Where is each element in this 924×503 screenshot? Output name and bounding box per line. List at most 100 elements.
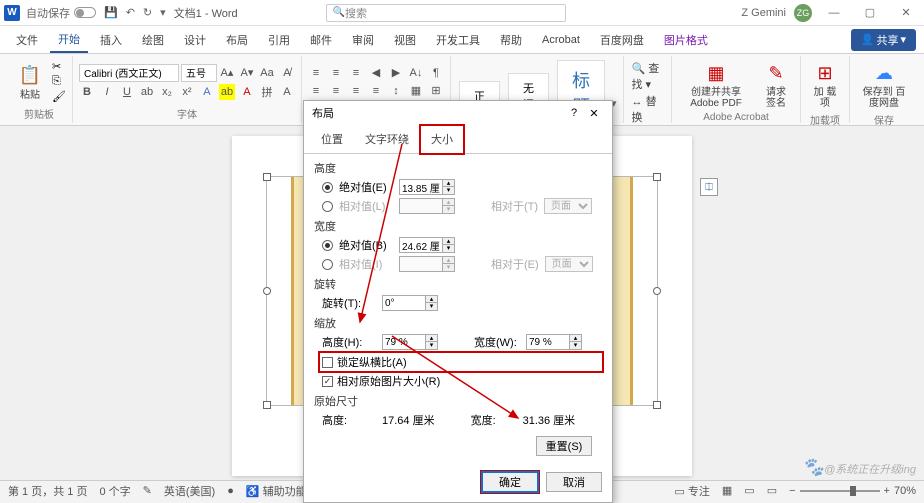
cut-icon[interactable]: ✂ <box>52 60 66 73</box>
width-rel-radio[interactable] <box>322 259 333 270</box>
lock-aspect-row[interactable]: 锁定纵横比(A) <box>320 353 602 371</box>
sub-icon[interactable]: x₂ <box>159 84 175 100</box>
share-button[interactable]: 👤 共享 ▾ <box>851 29 916 51</box>
save-icon[interactable]: 💾 <box>104 6 118 19</box>
undo-icon[interactable]: ↶ <box>126 6 135 19</box>
qat-more-icon[interactable]: ▾ <box>160 6 166 19</box>
underline-icon[interactable]: U <box>119 84 135 100</box>
tab-picformat[interactable]: 图片格式 <box>656 28 716 52</box>
numbering-icon[interactable]: ≡ <box>328 65 344 81</box>
acrobat-create[interactable]: ▦创建并共享 Adobe PDF <box>678 58 754 111</box>
height-abs-radio[interactable] <box>322 182 333 193</box>
shading-icon[interactable]: ▦ <box>408 83 424 99</box>
rotate-input[interactable]: ▴▾ <box>382 295 438 311</box>
italic-icon[interactable]: I <box>99 84 115 100</box>
dedent-icon[interactable]: ◀ <box>368 65 384 81</box>
height-rel-radio[interactable] <box>322 201 333 212</box>
tab-design[interactable]: 设计 <box>176 28 214 52</box>
shrink-font-icon[interactable]: A▾ <box>239 65 255 81</box>
redo-icon[interactable]: ↻ <box>143 6 152 19</box>
brush-icon[interactable]: 🖌 <box>52 90 66 103</box>
language[interactable]: 英语(美国) <box>164 483 215 499</box>
dialog-help-icon[interactable]: ? <box>564 107 584 119</box>
tab-references[interactable]: 引用 <box>260 28 298 52</box>
handle-tr[interactable] <box>653 173 661 181</box>
view-print-icon[interactable]: ▦ <box>722 484 732 497</box>
tab-home[interactable]: 开始 <box>50 27 88 53</box>
tab-view[interactable]: 视图 <box>386 28 424 52</box>
width-abs-input[interactable]: ▴▾ <box>399 237 455 253</box>
rel-original-row[interactable]: ✓相对原始图片大小(R) <box>322 373 602 389</box>
dialog-close-icon[interactable]: ✕ <box>584 107 604 120</box>
grow-font-icon[interactable]: A▴ <box>219 65 235 81</box>
tab-developer[interactable]: 开发工具 <box>428 28 488 52</box>
font-size[interactable]: 五号 <box>181 64 217 82</box>
bullets-icon[interactable]: ≡ <box>308 65 324 81</box>
replace-button[interactable]: ↔ 替换 <box>632 93 664 125</box>
tab-acrobat[interactable]: Acrobat <box>534 30 588 50</box>
autosave[interactable]: 自动保存 <box>26 5 96 21</box>
dtab-size[interactable]: 大小 <box>420 125 464 154</box>
change-case-icon[interactable]: Aa <box>259 65 275 81</box>
borders-icon[interactable]: ⊞ <box>428 83 444 99</box>
tab-baidu[interactable]: 百度网盘 <box>592 28 652 52</box>
copy-icon[interactable]: ⎘ <box>52 75 66 88</box>
font-name[interactable]: Calibri (西文正文) <box>79 64 179 82</box>
recording-icon[interactable]: ● <box>227 485 234 497</box>
align-justify-icon[interactable]: ≡ <box>368 83 384 99</box>
ok-button[interactable]: 确定 <box>482 472 538 492</box>
indent-icon[interactable]: ▶ <box>388 65 404 81</box>
baidu-save[interactable]: ☁保存到 百度网盘 <box>856 58 912 111</box>
align-center-icon[interactable]: ≡ <box>328 83 344 99</box>
scale-h-input[interactable]: ▴▾ <box>382 334 438 350</box>
marks-icon[interactable]: ¶ <box>428 65 444 81</box>
linespace-icon[interactable]: ↕ <box>388 83 404 99</box>
spellcheck-icon[interactable]: ✎ <box>143 484 152 497</box>
paste-button[interactable]: 📋粘贴 <box>12 61 48 103</box>
height-abs-input[interactable]: ▴▾ <box>399 179 455 195</box>
tab-insert[interactable]: 插入 <box>92 28 130 52</box>
handle-br[interactable] <box>653 401 661 409</box>
tab-mail[interactable]: 邮件 <box>302 28 340 52</box>
cancel-button[interactable]: 取消 <box>546 472 602 492</box>
focus-mode[interactable]: ▭ 专注 <box>674 483 709 499</box>
strike-icon[interactable]: ab <box>139 84 155 100</box>
reset-button[interactable]: 重置(S) <box>536 436 592 456</box>
word-count[interactable]: 0 个字 <box>99 483 130 499</box>
view-web-icon[interactable]: ▭ <box>767 484 777 497</box>
addins-button[interactable]: ⊞加 载项 <box>807 58 843 111</box>
align-left-icon[interactable]: ≡ <box>308 83 324 99</box>
pinyin-icon[interactable]: 拼 <box>259 84 275 100</box>
tab-draw[interactable]: 绘图 <box>134 28 172 52</box>
acrobat-sign[interactable]: ✎请求 签名 <box>758 58 794 111</box>
restore-icon[interactable]: ▢ <box>856 6 884 19</box>
handle-l[interactable] <box>263 287 271 295</box>
texteffect-icon[interactable]: A <box>199 84 215 100</box>
layout-options-icon[interactable]: ⎅ <box>700 178 718 196</box>
highlight-icon[interactable]: ab <box>219 84 235 100</box>
sort-icon[interactable]: A↓ <box>408 65 424 81</box>
dtab-position[interactable]: 位置 <box>310 125 354 153</box>
handle-bl[interactable] <box>263 401 271 409</box>
fontcolor-icon[interactable]: A <box>239 84 255 100</box>
scale-w-input[interactable]: ▴▾ <box>526 334 582 350</box>
charborder-icon[interactable]: A <box>279 84 295 100</box>
tab-review[interactable]: 审阅 <box>344 28 382 52</box>
close-icon[interactable]: ✕ <box>892 6 920 19</box>
sup-icon[interactable]: x² <box>179 84 195 100</box>
tab-layout[interactable]: 布局 <box>218 28 256 52</box>
tab-help[interactable]: 帮助 <box>492 28 530 52</box>
avatar[interactable]: ZG <box>794 4 812 22</box>
dtab-wrap[interactable]: 文字环绕 <box>354 125 420 153</box>
minimize-icon[interactable]: — <box>820 7 848 19</box>
multilevel-icon[interactable]: ≡ <box>348 65 364 81</box>
bold-icon[interactable]: B <box>79 84 95 100</box>
handle-r[interactable] <box>653 287 661 295</box>
view-read-icon[interactable]: ▭ <box>744 484 754 497</box>
page-count[interactable]: 第 1 页，共 1 页 <box>8 483 87 499</box>
zoom-control[interactable]: −+70% <box>789 485 916 497</box>
clear-format-icon[interactable]: A̸ <box>279 65 295 81</box>
find-button[interactable]: 🔍 查找 ▾ <box>632 60 664 92</box>
align-right-icon[interactable]: ≡ <box>348 83 364 99</box>
tab-file[interactable]: 文件 <box>8 28 46 52</box>
